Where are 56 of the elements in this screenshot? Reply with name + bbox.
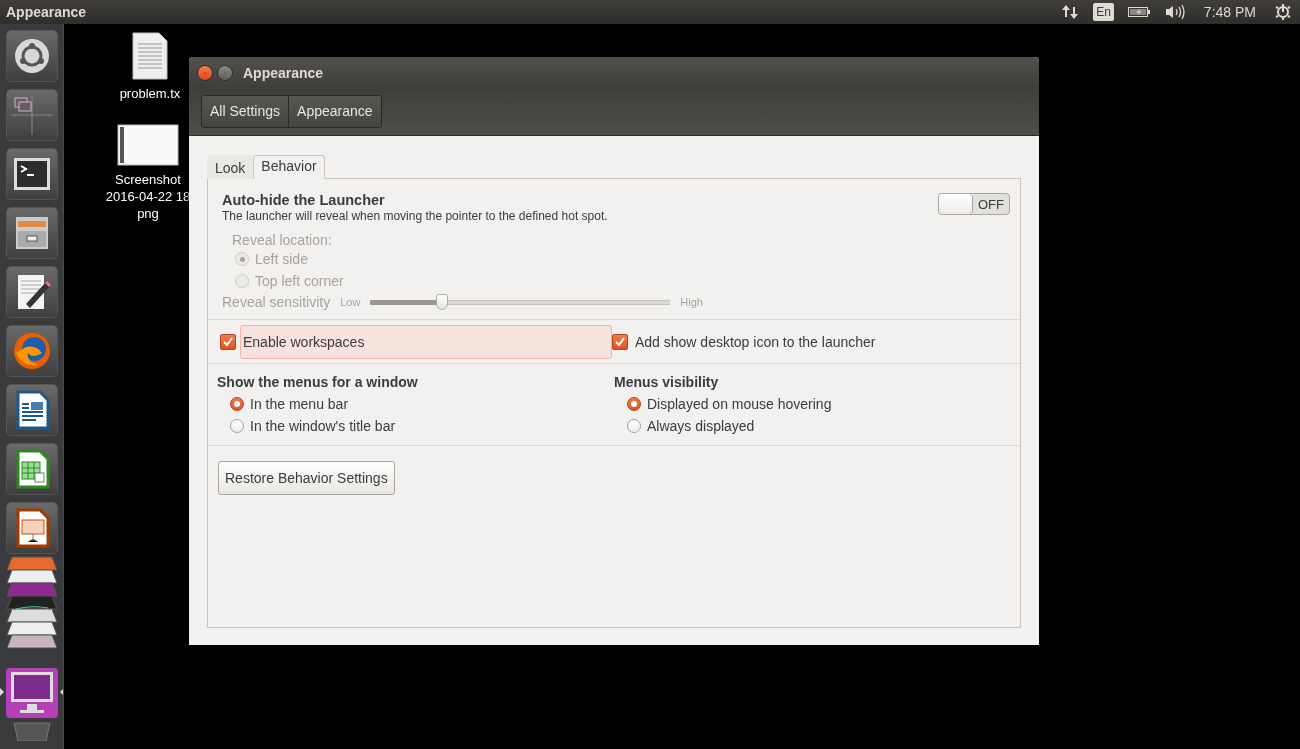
close-button[interactable] xyxy=(197,64,213,81)
workspaces-icon xyxy=(11,95,52,135)
spreadsheet-launcher-button[interactable] xyxy=(5,443,58,495)
document-writer-launcher-button[interactable] xyxy=(5,384,58,436)
description-text: The launcher will reveal when moving the pointer to the defined hot spot. xyxy=(222,209,608,223)
field-label: Reveal sensitivity xyxy=(222,294,331,310)
auto-hide-switch[interactable]: OFF xyxy=(938,193,1010,215)
scale-label: High xyxy=(680,296,703,308)
radio-label[interactable]: In the menu bar xyxy=(250,396,349,412)
window-title: Appearance xyxy=(243,64,324,81)
screenshot-thumbnail-icon xyxy=(117,124,179,166)
checkbox[interactable] xyxy=(220,334,236,350)
file-name-label[interactable]: Screenshot xyxy=(115,171,181,188)
tab[interactable]: Look xyxy=(207,155,254,179)
file-name-label[interactable]: png xyxy=(137,205,159,222)
breadcrumb-button[interactable]: All Settings xyxy=(202,96,289,127)
power-gear-icon[interactable] xyxy=(1274,3,1292,21)
battery-icon[interactable] xyxy=(1127,6,1150,18)
breadcrumb-button[interactable]: Appearance xyxy=(288,96,381,127)
volume-icon[interactable] xyxy=(1163,4,1186,20)
radio-label[interactable]: Displayed on mouse hovering xyxy=(647,396,832,412)
text-editor-launcher-button[interactable] xyxy=(5,266,58,318)
checkbox-label[interactable]: Add show desktop icon to the launcher xyxy=(632,325,879,359)
clock[interactable]: 7:48 PM xyxy=(1203,4,1256,20)
keyboard-layout-indicator[interactable]: En xyxy=(1093,3,1114,21)
app-title: Appearance xyxy=(6,4,88,20)
text-file-icon xyxy=(132,32,168,80)
group-heading: Show the menus for a window xyxy=(217,374,419,390)
tab[interactable]: Behavior xyxy=(253,155,325,179)
field-label: Reveal location: xyxy=(232,232,333,248)
file-name-label[interactable]: problem.tx xyxy=(119,85,181,102)
radio-label[interactable]: Always displayed xyxy=(647,418,755,434)
radio-button[interactable] xyxy=(627,419,641,433)
radio-button[interactable] xyxy=(230,397,244,411)
file-cabinet-launcher-button[interactable] xyxy=(5,207,58,259)
restore-button[interactable]: Restore Behavior Settings xyxy=(218,461,395,495)
file-name-label[interactable]: 2016-04-22 18 xyxy=(105,188,191,205)
scale-label: Low xyxy=(340,296,361,308)
ubuntu-logo-launcher-button[interactable] xyxy=(5,30,58,82)
checkmark-icon xyxy=(615,337,625,347)
minimize-button[interactable] xyxy=(217,64,233,81)
firefox-launcher-button[interactable] xyxy=(5,325,58,377)
presentation-launcher-button[interactable] xyxy=(5,502,58,554)
radio-button[interactable] xyxy=(230,419,244,433)
terminal-launcher-button[interactable] xyxy=(5,148,58,200)
focused-monitor-launcher-button[interactable] xyxy=(0,668,63,720)
group-heading: Menus visibility xyxy=(614,374,720,390)
section-heading: Auto-hide the Launcher xyxy=(222,192,386,208)
checkmark-icon xyxy=(223,337,233,347)
radio-button[interactable] xyxy=(627,397,641,411)
checkbox[interactable] xyxy=(612,334,628,350)
network-arrows-icon[interactable] xyxy=(1061,3,1080,21)
radio-label[interactable]: In the window's title bar xyxy=(250,418,396,434)
checkbox-label[interactable]: Enable workspaces xyxy=(240,325,612,359)
workspaces-launcher-button[interactable] xyxy=(5,89,58,141)
firefox-icon xyxy=(11,331,52,371)
